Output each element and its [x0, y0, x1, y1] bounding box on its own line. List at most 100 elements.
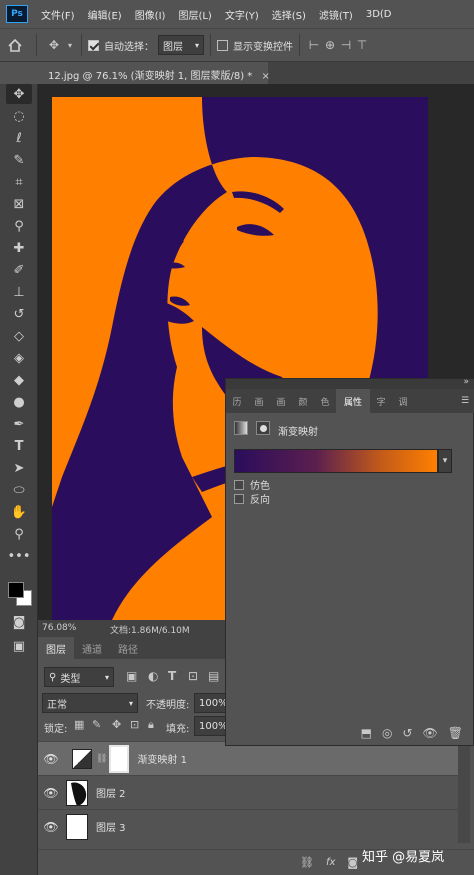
marquee-tool-icon[interactable]: ◌ [6, 106, 32, 126]
eraser-tool-icon[interactable]: ◇ [6, 326, 32, 346]
lasso-tool-icon[interactable]: ℓ [6, 128, 32, 148]
align-left-icon[interactable]: ⊢ [306, 38, 322, 52]
layer-filter-dropdown[interactable]: ⚲ 类型 ▾ [44, 667, 114, 687]
menu-3d[interactable]: 3D(D [366, 9, 392, 20]
tab-properties[interactable]: 属性 [336, 389, 370, 413]
screen-mode-icon[interactable]: ▣ [6, 636, 32, 656]
zoom-level[interactable]: 76.08% [42, 623, 76, 633]
ellipse-tool-icon[interactable]: ⬭ [6, 480, 32, 500]
type-filter-icon[interactable]: T [168, 669, 176, 683]
mask-icon[interactable] [256, 421, 270, 435]
blur-tool-icon[interactable]: ◆ [6, 370, 32, 390]
quick-mask-icon[interactable]: ◙ [6, 612, 32, 632]
menu-layer[interactable]: 图层(L) [178, 7, 211, 22]
quick-select-tool-icon[interactable]: ✎ [6, 150, 32, 170]
watermark: 知乎 @易夏岚 [362, 850, 445, 865]
auto-select-dropdown[interactable]: 图层 ▾ [158, 35, 204, 55]
tab-character[interactable]: 字 [370, 395, 392, 408]
eye-icon[interactable]: 👁︎ [423, 726, 438, 740]
tab-paths[interactable]: 路径 [110, 637, 146, 659]
tab-brush-settings[interactable]: 画 [270, 395, 292, 408]
show-transform-checkbox[interactable] [217, 39, 228, 51]
trash-icon[interactable]: 🗑︎ [448, 726, 463, 740]
history-brush-tool-icon[interactable]: ↺ [6, 304, 32, 324]
layer-mask-thumbnail[interactable] [109, 744, 130, 773]
dodge-tool-icon[interactable]: ● [6, 392, 32, 412]
align-top-icon[interactable]: ⊤ [354, 38, 370, 52]
auto-select-checkbox[interactable] [88, 39, 99, 51]
lock-pixels-icon[interactable]: ✎ [92, 718, 101, 731]
more-tools-icon[interactable]: ••• [6, 546, 32, 566]
frame-tool-icon[interactable]: ⊠ [6, 194, 32, 214]
link-icon[interactable]: ⛓︎ [96, 754, 107, 764]
photoshop-logo[interactable]: Ps [6, 5, 28, 23]
panel-menu-icon[interactable]: ☰ [455, 396, 474, 406]
clip-to-layer-icon[interactable]: ⬒ [361, 726, 372, 740]
lock-position-icon[interactable]: ✥ [112, 718, 121, 731]
shape-filter-icon[interactable]: ⊡ [188, 669, 198, 683]
hand-tool-icon[interactable]: ✋ [6, 502, 32, 522]
menu-image[interactable]: 图像(I) [135, 7, 166, 22]
path-select-tool-icon[interactable]: ➤ [6, 458, 32, 478]
chevron-down-icon: ▾ [104, 672, 109, 682]
lock-transparent-icon[interactable]: ▦ [74, 718, 84, 731]
opacity-input[interactable]: 100% [194, 693, 228, 713]
tab-history[interactable]: 历 [226, 395, 248, 408]
layer-row-layer-3[interactable]: 👁︎ 图层 3 [38, 809, 458, 843]
reverse-checkbox[interactable] [234, 493, 244, 504]
clone-stamp-tool-icon[interactable]: ⊥ [6, 282, 32, 302]
align-center-icon[interactable]: ⊕ [322, 38, 338, 52]
tab-color[interactable]: 颜 [292, 395, 314, 408]
reverse-option[interactable]: 反向 [234, 491, 270, 506]
view-previous-icon[interactable]: ◎ [382, 726, 392, 740]
tab-swatches[interactable]: 色 [314, 395, 336, 408]
home-icon[interactable] [0, 38, 30, 52]
gradient-tool-icon[interactable]: ◈ [6, 348, 32, 368]
tab-brush[interactable]: 画 [248, 395, 270, 408]
menu-edit[interactable]: 编辑(E) [88, 7, 122, 22]
move-tool-icon[interactable]: ✥ [43, 38, 65, 52]
move-tool-icon[interactable]: ✥ [6, 84, 32, 104]
crop-tool-icon[interactable]: ⌗ [6, 172, 32, 192]
lock-all-icon[interactable]: 🔒︎ [148, 718, 154, 732]
blend-mode-dropdown[interactable]: 正常 ▾ [42, 693, 138, 713]
menu-select[interactable]: 选择(S) [272, 7, 306, 22]
collapse-icon[interactable]: » [463, 377, 469, 387]
layers-scrollbar[interactable] [458, 741, 470, 843]
pixel-filter-icon[interactable]: ▣ [126, 669, 137, 683]
reset-icon[interactable]: ↺ [402, 726, 412, 740]
gradient-dropdown[interactable]: ▾ [438, 449, 452, 473]
add-mask-icon[interactable]: ◙ [347, 856, 358, 869]
link-layers-icon[interactable]: ⛓︎ [300, 856, 314, 869]
type-tool-icon[interactable]: T [6, 436, 32, 456]
foreground-color-swatch[interactable] [8, 582, 24, 598]
fx-button[interactable]: fx [326, 857, 335, 868]
eye-icon[interactable]: 👁︎ [38, 820, 64, 834]
healing-tool-icon[interactable]: ✚ [6, 238, 32, 258]
smart-object-filter-icon[interactable]: ▤ [208, 669, 219, 683]
menu-file[interactable]: 文件(F) [41, 7, 75, 22]
tab-adjustments[interactable]: 调 [392, 395, 414, 408]
menu-filter[interactable]: 滤镜(T) [319, 7, 353, 22]
fill-input[interactable]: 100% [194, 716, 228, 736]
align-right-icon[interactable]: ⊣ [338, 38, 354, 52]
dither-checkbox[interactable] [234, 479, 244, 490]
eye-icon[interactable]: 👁︎ [38, 752, 64, 766]
gradient-preview[interactable] [234, 449, 438, 473]
eye-icon[interactable]: 👁︎ [38, 786, 64, 800]
options-bar: ✥ ▾ 自动选择： 图层 ▾ 显示变换控件 ⊢ ⊕ ⊣ ⊤ [0, 28, 474, 62]
lock-artboard-icon[interactable]: ⊡ [130, 718, 139, 731]
brush-tool-icon[interactable]: ✐ [6, 260, 32, 280]
adjustment-filter-icon[interactable]: ◐ [148, 669, 158, 683]
layer-row-layer-2[interactable]: 👁︎ 图层 2 [38, 775, 458, 809]
menu-type[interactable]: 文字(Y) [225, 7, 259, 22]
tab-channels[interactable]: 通道 [74, 637, 110, 659]
tab-layers[interactable]: 图层 [38, 637, 74, 659]
document-tab[interactable]: 12.jpg @ 76.1% (渐变映射 1, 图层蒙版/8) * × [38, 62, 270, 84]
close-icon[interactable]: × [261, 71, 269, 82]
pen-tool-icon[interactable]: ✒ [6, 414, 32, 434]
eyedropper-tool-icon[interactable]: ⚲ [6, 216, 32, 236]
zoom-tool-icon[interactable]: ⚲ [6, 524, 32, 544]
dither-option[interactable]: 仿色 [234, 477, 270, 492]
chevron-down-icon[interactable]: ▾ [65, 41, 75, 50]
